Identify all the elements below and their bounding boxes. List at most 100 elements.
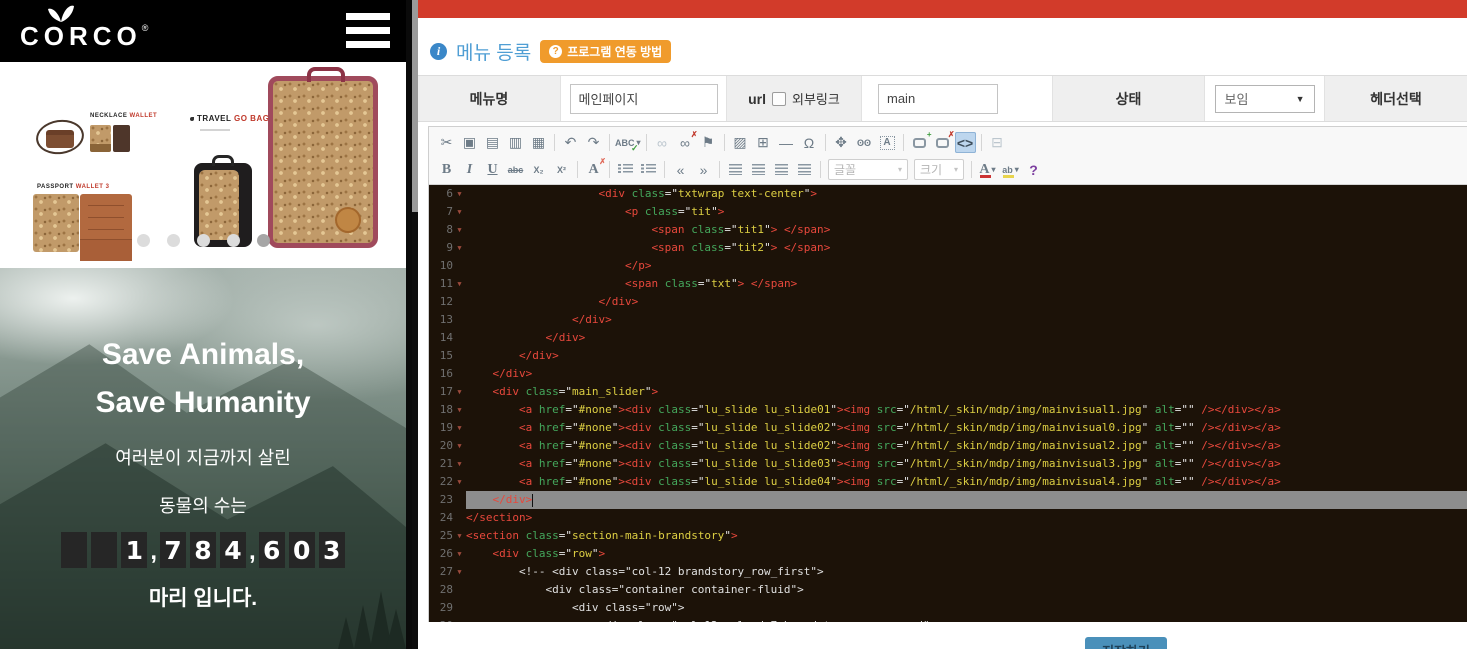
- toolbar-separator: [825, 134, 826, 151]
- strikethrough-icon[interactable]: abc: [505, 159, 526, 180]
- align-right-icon[interactable]: [771, 159, 792, 180]
- maximize-icon[interactable]: ✥: [831, 132, 852, 153]
- size-dropdown[interactable]: 크기▾: [914, 159, 964, 180]
- text-color-icon[interactable]: A▾: [977, 159, 998, 180]
- fold-arrow-icon[interactable]: ▼: [453, 185, 466, 203]
- link-icon: ∞: [652, 132, 673, 153]
- travel-leaf-icon: [190, 117, 194, 121]
- font-dropdown[interactable]: 글꼴▾: [828, 159, 908, 180]
- image-icon[interactable]: ▨: [730, 132, 751, 153]
- copy-icon[interactable]: ▣: [459, 132, 480, 153]
- code-text: </div>: [466, 491, 1467, 509]
- undo-icon[interactable]: ↶: [560, 132, 581, 153]
- comment-add-icon[interactable]: +: [909, 132, 930, 153]
- horizontal-line-icon[interactable]: ―: [776, 132, 797, 153]
- fold-arrow-icon[interactable]: ▼: [453, 455, 466, 473]
- line-number: 25: [429, 527, 453, 545]
- help-button[interactable]: ? 프로그램 연동 방법: [540, 40, 671, 63]
- unlink-icon[interactable]: ∞✗: [675, 132, 696, 153]
- paste-word-icon[interactable]: ▦: [528, 132, 549, 153]
- fold-arrow-icon[interactable]: ▼: [453, 473, 466, 491]
- redo-icon[interactable]: ↷: [583, 132, 604, 153]
- italic-icon[interactable]: I: [459, 159, 480, 180]
- hamburger-menu-icon[interactable]: [346, 13, 390, 48]
- external-link-checkbox[interactable]: [772, 92, 786, 106]
- cut-icon[interactable]: ✂: [436, 132, 457, 153]
- superscript-icon[interactable]: X²: [551, 159, 572, 180]
- paste-text-icon[interactable]: ▥: [505, 132, 526, 153]
- table-icon[interactable]: ⊞: [753, 132, 774, 153]
- code-text: </section>: [466, 509, 1467, 527]
- slider-dot[interactable]: [227, 234, 240, 247]
- about-icon[interactable]: ?: [1023, 159, 1044, 180]
- source-code-area[interactable]: 6▼ <div class="txtwrap text-center">7▼ <…: [429, 185, 1467, 622]
- comment-remove-icon[interactable]: ✗: [932, 132, 953, 153]
- line-number: 7: [429, 203, 453, 221]
- code-line: 14 </div>: [429, 329, 1467, 347]
- save-button[interactable]: 저장하기: [1085, 637, 1167, 649]
- menu-name-input[interactable]: [570, 84, 718, 114]
- bullet-list-icon[interactable]: [638, 159, 659, 180]
- fold-arrow-icon[interactable]: ▼: [453, 419, 466, 437]
- code-text: </p>: [466, 257, 1467, 275]
- brand-text: CORCO: [20, 21, 142, 51]
- special-char-icon[interactable]: Ω: [799, 132, 820, 153]
- numbered-list-icon[interactable]: [615, 159, 636, 180]
- url-input[interactable]: [878, 84, 998, 114]
- fold-arrow-icon[interactable]: ▼: [453, 527, 466, 545]
- line-number: 29: [429, 599, 453, 617]
- preview-header: CORCO®: [0, 0, 406, 62]
- fold-arrow-icon[interactable]: ▼: [453, 275, 466, 293]
- slider-dot[interactable]: [257, 234, 270, 247]
- slider-dot[interactable]: [167, 234, 180, 247]
- fold-arrow-icon[interactable]: ▼: [453, 563, 466, 581]
- code-text: <span class="txt"> </span>: [466, 275, 1467, 293]
- align-left-icon[interactable]: [725, 159, 746, 180]
- code-line: 28 <div class="container container-fluid…: [429, 581, 1467, 599]
- subscript-icon[interactable]: X₂: [528, 159, 549, 180]
- align-justify-icon[interactable]: [794, 159, 815, 180]
- outdent-icon[interactable]: «: [670, 159, 691, 180]
- fold-arrow-icon[interactable]: ▼: [453, 545, 466, 563]
- status-select-value: 보임: [1225, 89, 1249, 108]
- status-select[interactable]: 보임 ▼: [1215, 85, 1315, 113]
- fold-arrow-icon[interactable]: ▼: [453, 401, 466, 419]
- toolbar-separator: [724, 134, 725, 151]
- counter-digit: 1: [121, 532, 147, 568]
- source-icon[interactable]: <>: [955, 132, 976, 153]
- toolbar-separator: [903, 134, 904, 151]
- underline-icon[interactable]: U: [482, 159, 503, 180]
- bg-color-icon[interactable]: ab▾: [1000, 159, 1021, 180]
- fold-arrow-icon[interactable]: ▼: [453, 383, 466, 401]
- code-text: <div class="col-12 col-md-7 brandstory_r…: [466, 617, 1467, 622]
- hero-subtitle-line2: 동물의 수는: [0, 492, 406, 518]
- fold-arrow-icon[interactable]: ▼: [453, 239, 466, 257]
- code-line: 8▼ <span class="tit1"> </span>: [429, 221, 1467, 239]
- bold-icon[interactable]: B: [436, 159, 457, 180]
- select-all-icon[interactable]: A: [877, 132, 898, 153]
- indent-icon[interactable]: »: [693, 159, 714, 180]
- code-line: 26▼ <div class="row">: [429, 545, 1467, 563]
- paste-icon[interactable]: ▤: [482, 132, 503, 153]
- fold-arrow-icon[interactable]: ▼: [453, 221, 466, 239]
- spellcheck-icon[interactable]: ABC✓▾: [615, 132, 641, 153]
- line-number: 20: [429, 437, 453, 455]
- product-slider[interactable]: NECKLACE WALLET PASSPORT WALLET 3 TRAVEL…: [0, 62, 406, 268]
- leaf-icon: [46, 3, 76, 23]
- line-number: 8: [429, 221, 453, 239]
- slider-dot[interactable]: [137, 234, 150, 247]
- slider-dot[interactable]: [197, 234, 210, 247]
- remove-format-icon[interactable]: A✗: [583, 159, 604, 180]
- toolbar-separator: [719, 161, 720, 178]
- corco-logo[interactable]: CORCO®: [20, 3, 148, 50]
- code-text: <div class="main_slider">: [466, 383, 1467, 401]
- tree-silhouette: [338, 617, 354, 649]
- toolbar-separator: [646, 134, 647, 151]
- find-icon[interactable]: ʘʘ: [854, 132, 875, 153]
- align-center-icon[interactable]: [748, 159, 769, 180]
- fold-arrow-icon[interactable]: ▼: [453, 437, 466, 455]
- fold-arrow-icon[interactable]: ▼: [453, 203, 466, 221]
- line-number: 11: [429, 275, 453, 293]
- code-text: <div class="row">: [466, 545, 1467, 563]
- anchor-icon[interactable]: ⚑: [698, 132, 719, 153]
